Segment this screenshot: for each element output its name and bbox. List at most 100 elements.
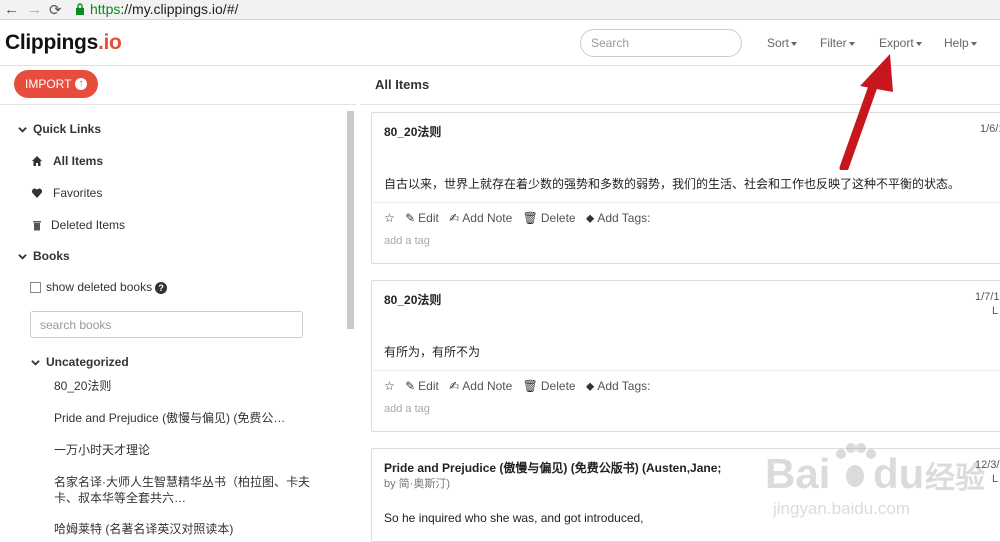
add-tags-button[interactable]: ⬥ Add Tags: xyxy=(586,211,651,225)
chevron-down-icon xyxy=(31,360,40,366)
show-deleted-text: show deleted books xyxy=(46,280,153,294)
card-quote: 有所为，有所不为 xyxy=(384,345,481,359)
card-location: L xyxy=(992,473,999,485)
edit-label: Edit xyxy=(418,211,439,225)
book-item[interactable]: 名家名译·大师人生智慧精华丛书（柏拉图、卡夫卡、叔本华等全套共六… xyxy=(54,474,324,506)
card-author: by 简·奥斯汀) xyxy=(384,478,450,490)
uncategorized-header[interactable]: Uncategorized xyxy=(31,355,129,369)
add-note-button[interactable]: ✍ Add Note xyxy=(449,379,512,393)
page-title: All Items xyxy=(375,77,430,92)
card-location: L xyxy=(992,305,999,317)
sidebar-item-all-items[interactable]: All Items xyxy=(31,154,103,168)
quick-links-header[interactable]: Quick Links xyxy=(18,122,101,136)
trash-icon: 🗑 xyxy=(522,379,538,393)
home-icon xyxy=(32,156,42,166)
show-deleted-checkbox[interactable] xyxy=(30,282,41,293)
filter-menu[interactable]: Filter xyxy=(820,36,855,50)
address-bar[interactable]: https://my.clippings.io/#/ xyxy=(90,1,238,17)
back-arrow-icon[interactable]: ← xyxy=(4,1,19,18)
search-books-input[interactable]: search books xyxy=(30,311,303,338)
edit-button[interactable]: ✎ Edit xyxy=(405,379,439,393)
add-tags-label: Add Tags: xyxy=(597,379,651,393)
tag-icon: ⬥ xyxy=(585,211,595,225)
add-note-label: Add Note xyxy=(462,211,513,225)
book-item[interactable]: 一万小时天才理论 xyxy=(54,442,324,458)
sort-menu-label: Sort xyxy=(767,36,790,50)
help-circle-icon[interactable]: ? xyxy=(155,282,168,294)
note-icon: ✍ xyxy=(449,379,460,393)
help-menu-label: Help xyxy=(944,36,969,50)
card-quote: So he inquired who she was, and got intr… xyxy=(384,511,644,525)
export-menu-label: Export xyxy=(879,36,914,50)
svg-text:jingyan.baidu.com: jingyan.baidu.com xyxy=(772,499,910,518)
star-icon[interactable]: ☆ xyxy=(384,379,395,393)
export-menu[interactable]: Export xyxy=(879,36,922,50)
red-arrow-annotation xyxy=(839,54,893,170)
forward-arrow-icon[interactable]: → xyxy=(27,1,42,18)
books-title: Books xyxy=(33,249,70,263)
sort-menu[interactable]: Sort xyxy=(767,36,798,50)
delete-label: Delete xyxy=(540,211,576,225)
sidebar-scrollbar[interactable] xyxy=(347,111,354,329)
add-tag-input[interactable]: add a tag xyxy=(384,235,430,247)
lock-icon xyxy=(76,3,84,15)
card-title[interactable]: 80_20法则 xyxy=(384,123,441,140)
sidebar-item-label: Deleted Items xyxy=(51,218,126,232)
import-button[interactable]: IMPORT ↑ xyxy=(14,70,98,98)
book-item[interactable]: Pride and Prejudice (傲慢与偏见) (免费公… xyxy=(54,410,324,426)
sidebar-item-deleted-items[interactable]: Deleted Items xyxy=(31,218,125,232)
pencil-icon: ✎ xyxy=(405,211,416,225)
caret-down-icon xyxy=(791,41,798,46)
book-item[interactable]: 80_20法则 xyxy=(54,378,324,394)
clipping-card: 80_20法则 1/6/1 自古以来，世界上就存在着少数的强势和多数的弱势，我们… xyxy=(371,112,1000,264)
delete-label: Delete xyxy=(540,379,576,393)
show-deleted-label: show deleted books? xyxy=(46,280,168,294)
url-path: ://my.clippings.io/#/ xyxy=(120,1,239,17)
caret-down-icon xyxy=(915,41,922,46)
book-item[interactable]: 哈姆莱特 (名著名译英汉对照读本) xyxy=(54,521,324,537)
edit-button[interactable]: ✎ Edit xyxy=(405,211,439,225)
note-icon: ✍ xyxy=(449,211,460,225)
chevron-down-icon xyxy=(18,254,27,260)
url-scheme: https xyxy=(90,1,121,17)
svg-text:Bai: Bai xyxy=(765,450,830,497)
clipping-card: 80_20法则 1/7/15 L 有所为，有所不为 ☆ ✎Edit ✍Add N… xyxy=(371,280,1000,432)
add-note-button[interactable]: ✍ Add Note xyxy=(449,211,512,225)
delete-button[interactable]: 🗑 Delete xyxy=(523,211,576,225)
quick-links-title: Quick Links xyxy=(33,122,102,136)
edit-label: Edit xyxy=(418,379,439,393)
card-actions: ☆ ✎ Edit ✍ Add Note 🗑 Delete ⬥ Add Tags: xyxy=(384,211,657,226)
trash-icon: 🗑 xyxy=(522,211,538,225)
card-title[interactable]: 80_20法则 xyxy=(384,291,441,308)
sidebar-item-label: Favorites xyxy=(53,186,103,200)
books-header[interactable]: Books xyxy=(18,249,70,263)
heart-icon xyxy=(31,188,43,198)
caret-down-icon xyxy=(970,41,977,46)
import-button-label: IMPORT xyxy=(25,77,72,91)
clippings-logo[interactable]: Clippings.io xyxy=(5,31,122,55)
caret-down-icon xyxy=(848,41,855,46)
search-input[interactable]: Search xyxy=(580,29,742,57)
add-tags-button[interactable]: ⬥ Add Tags: xyxy=(586,379,651,393)
main-divider xyxy=(360,104,1000,105)
card-title[interactable]: Pride and Prejudice (傲慢与偏见) (免费公版书) (Aus… xyxy=(384,459,721,476)
upload-arrow-icon: ↑ xyxy=(75,78,87,90)
browser-toolbar: ← → ⟳ https://my.clippings.io/#/ xyxy=(0,0,1000,20)
star-icon[interactable]: ☆ xyxy=(384,211,395,225)
add-note-label: Add Note xyxy=(462,379,513,393)
chevron-down-icon xyxy=(18,127,27,133)
card-date: 1/7/15 xyxy=(975,291,1000,303)
card-actions: ☆ ✎ Edit ✍ Add Note 🗑 Delete ⬥ Add Tags: xyxy=(384,379,657,394)
logo-suffix: .io xyxy=(97,31,122,54)
pencil-icon: ✎ xyxy=(405,379,416,393)
add-tag-input[interactable]: add a tag xyxy=(384,403,430,415)
reload-icon[interactable]: ⟳ xyxy=(49,1,62,19)
help-menu[interactable]: Help xyxy=(944,36,977,50)
delete-button[interactable]: 🗑 Delete xyxy=(523,379,576,393)
svg-text:经验: 经验 xyxy=(925,461,985,496)
sidebar-item-favorites[interactable]: Favorites xyxy=(31,186,102,200)
sidebar-item-label: All Items xyxy=(53,154,104,168)
sidebar-divider xyxy=(0,104,356,105)
svg-text:du: du xyxy=(873,450,924,497)
card-date: 1/6/1 xyxy=(980,123,1000,135)
